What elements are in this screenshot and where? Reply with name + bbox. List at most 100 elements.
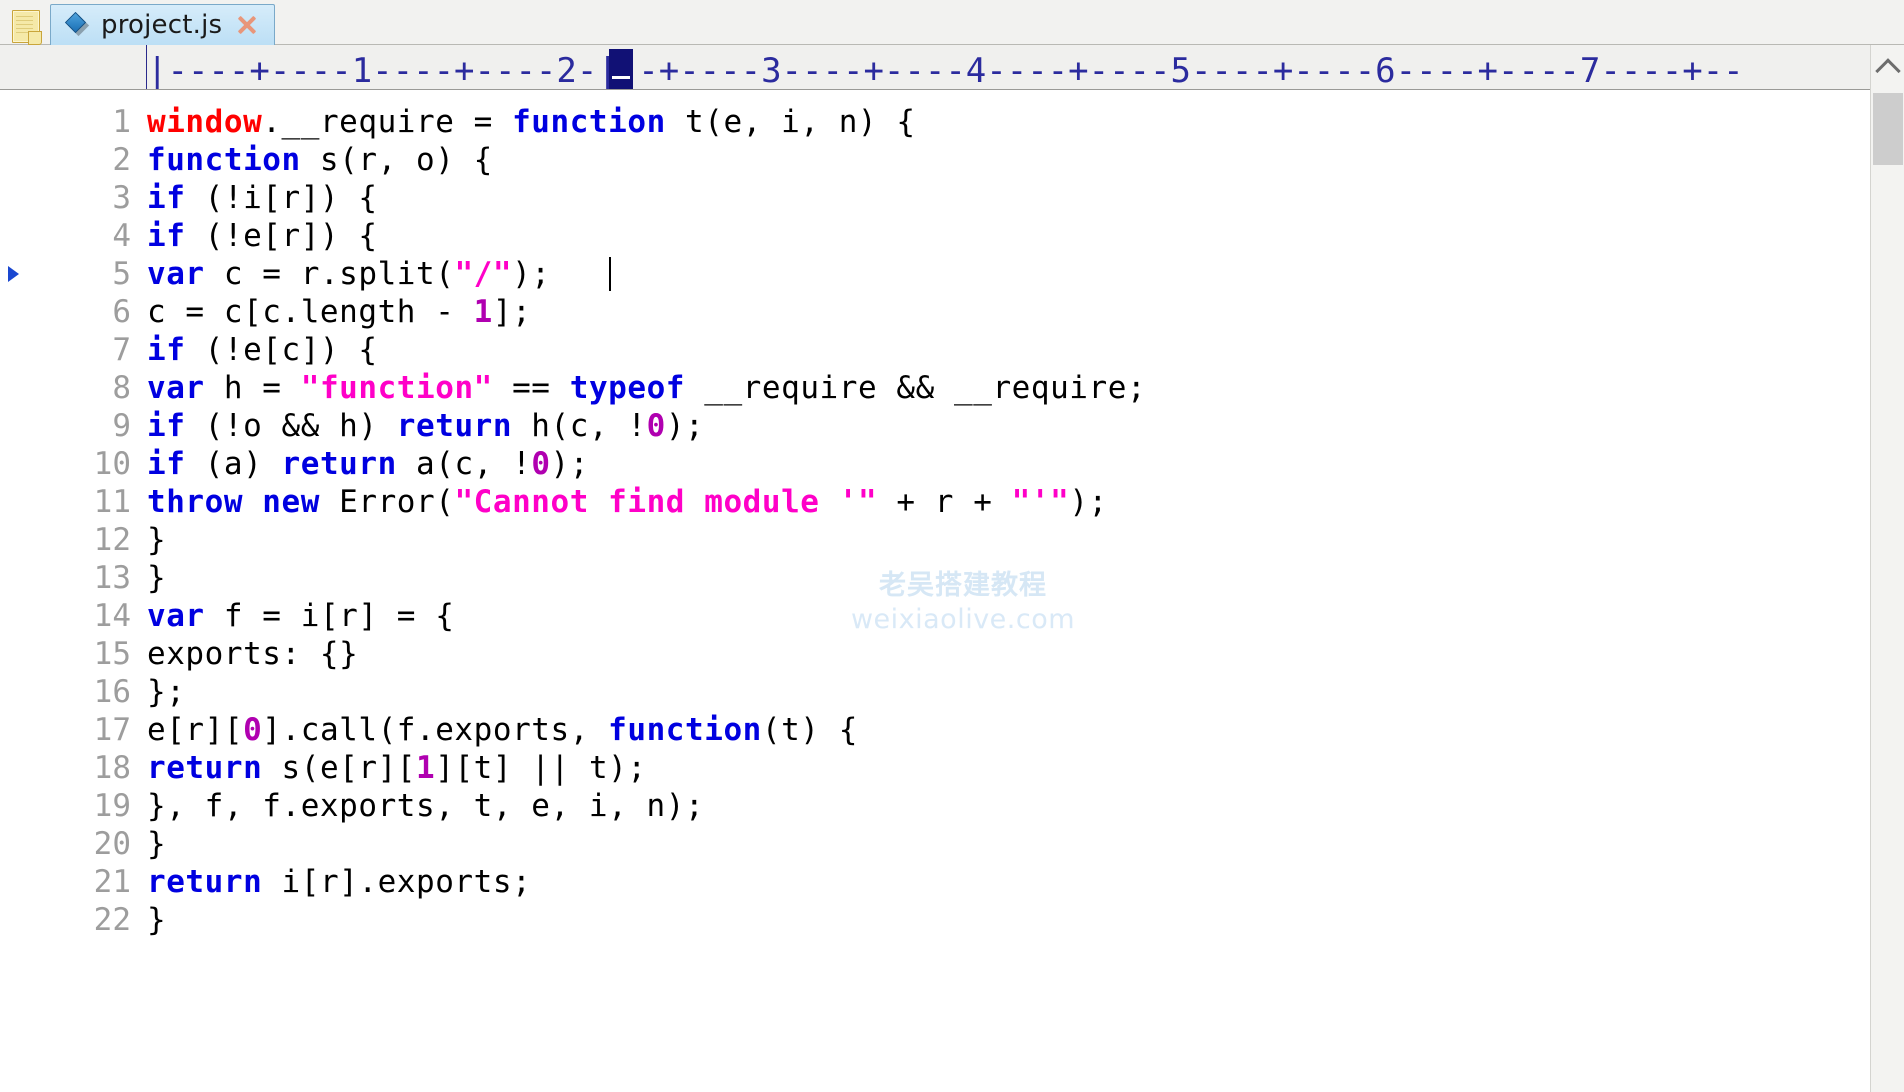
code-token-pl: ][t] || t); <box>435 750 647 786</box>
tab-bar: project.js <box>0 0 1904 45</box>
code-line[interactable]: throw new Error("Cannot find module '" +… <box>147 483 1108 521</box>
code-text-area[interactable]: window.__require = function t(e, i, n) {… <box>147 91 1870 1092</box>
code-token-kw: if <box>147 446 186 482</box>
line-number: 15 <box>93 636 131 672</box>
code-line[interactable]: exports: {} <box>147 635 358 673</box>
code-token-kw: return <box>147 750 263 786</box>
line-number: 21 <box>93 864 131 900</box>
line-number: 11 <box>93 484 131 520</box>
vertical-scrollbar[interactable] <box>1870 45 1904 1092</box>
code-token-kw: function <box>147 142 301 178</box>
code-token-str: "Cannot find module '" <box>454 484 878 520</box>
scrollbar-thumb[interactable] <box>1873 93 1903 165</box>
line-number: 14 <box>93 598 131 634</box>
code-line[interactable]: } <box>147 559 166 597</box>
line-number: 8 <box>112 370 131 406</box>
code-token-pl: } <box>147 902 167 938</box>
code-token-kw: new <box>262 484 320 520</box>
code-token-pl: e[r][ <box>147 712 244 748</box>
code-token-kw: if <box>147 408 186 444</box>
tab-label: project.js <box>101 10 223 40</box>
code-token-pl: __require && __require; <box>685 370 1147 406</box>
code-token-pl: c = c[c.length - <box>147 294 474 330</box>
code-line[interactable]: var h = "function" == typeof __require &… <box>147 369 1146 407</box>
chevron-up-icon <box>1874 57 1901 84</box>
code-token-pl: } <box>147 560 167 596</box>
code-line[interactable]: if (!e[c]) { <box>147 331 378 369</box>
code-token-pl: (!i[r]) { <box>185 180 378 216</box>
line-number: 17 <box>93 712 131 748</box>
code-line[interactable]: c = c[c.length - 1]; <box>147 293 531 331</box>
code-token-kw: if <box>147 180 186 216</box>
text-caret <box>609 257 611 291</box>
line-number: 1 <box>112 104 131 140</box>
fold-arrow-icon[interactable] <box>8 266 19 282</box>
code-line[interactable]: return s(e[r][1][t] || t); <box>147 749 647 787</box>
line-number: 18 <box>93 750 131 786</box>
line-number: 22 <box>93 902 131 938</box>
ruler-scale: |----+----1----+----2-|--+----3----+----… <box>147 51 1744 90</box>
code-line[interactable]: if (!i[r]) { <box>147 179 378 217</box>
code-token-kw: throw <box>147 484 244 520</box>
line-number: 6 <box>112 294 131 330</box>
line-number: 16 <box>93 674 131 710</box>
code-token-num: 1 <box>473 294 493 330</box>
code-token-pl: exports: {} <box>147 636 359 672</box>
fold-margin[interactable] <box>0 91 28 1092</box>
code-token-pl: h = <box>204 370 301 406</box>
code-line[interactable]: }, f, f.exports, t, e, i, n); <box>147 787 704 825</box>
code-token-pl: }; <box>147 674 186 710</box>
code-line[interactable]: if (a) return a(c, !0); <box>147 445 589 483</box>
code-token-kw: if <box>147 332 186 368</box>
line-number-gutter: 1 2 3 4 5 6 7 8 9 10 11 12 13 14 15 16 17 18 19 20 21 22 <box>28 91 135 1092</box>
code-token-pl: (!e[r]) { <box>185 218 378 254</box>
code-line[interactable]: var c = r.split("/"); <box>147 255 551 293</box>
close-x-icon[interactable] <box>234 12 260 38</box>
code-line[interactable]: var f = i[r] = { <box>147 597 454 635</box>
code-token-num: 1 <box>416 750 436 786</box>
code-token-pl: (a) <box>185 446 282 482</box>
line-number: 12 <box>93 522 131 558</box>
code-token-kw: var <box>147 256 205 292</box>
scroll-up-button[interactable] <box>1871 45 1904 91</box>
code-token-pl: t(e, i, n) { <box>665 104 916 140</box>
code-editor[interactable]: 1 2 3 4 5 6 7 8 9 10 11 12 13 14 15 16 17 18 19 20 21 22 wind… <box>0 91 1870 1092</box>
editor-window: project.js |----+----1----+----2-|--+---… <box>0 0 1904 1092</box>
code-line[interactable]: } <box>147 901 166 939</box>
code-line[interactable]: if (!o && h) return h(c, !0); <box>147 407 704 445</box>
ruler-cursor-marker <box>609 49 633 89</box>
code-line[interactable]: }; <box>147 673 185 711</box>
code-token-pl: ]; <box>492 294 532 330</box>
code-line[interactable]: if (!e[r]) { <box>147 217 378 255</box>
code-token-pl: ); <box>550 446 589 482</box>
code-token-pl: ); <box>1069 484 1108 520</box>
code-token-kw: function <box>608 712 762 748</box>
ruler-gutter <box>0 45 147 89</box>
code-token-pl: a(c, ! <box>396 446 532 482</box>
code-token-num: 0 <box>531 446 551 482</box>
code-token-pl: s(e[r][ <box>262 750 417 786</box>
code-token-pl: Error( <box>319 484 455 520</box>
code-line[interactable]: return i[r].exports; <box>147 863 531 901</box>
scrollbar-track[interactable] <box>1871 165 1904 1092</box>
code-line[interactable]: function s(r, o) { <box>147 141 493 179</box>
tab-project-js[interactable]: project.js <box>50 4 276 45</box>
code-token-kw: function <box>512 104 666 140</box>
code-token-pl: .__require = <box>262 104 513 140</box>
code-line[interactable]: } <box>147 521 166 559</box>
code-token-kw: typeof <box>569 370 686 406</box>
code-token-num: 0 <box>243 712 263 748</box>
line-number: 19 <box>93 788 131 824</box>
column-ruler: |----+----1----+----2-|--+----3----+----… <box>0 45 1904 90</box>
code-token-pl: == <box>492 370 570 406</box>
code-token-pl: (!o && h) <box>185 408 397 444</box>
code-token-str: "'" <box>1011 484 1070 520</box>
code-line[interactable]: window.__require = function t(e, i, n) { <box>147 103 916 141</box>
line-number: 5 <box>112 256 131 292</box>
code-line[interactable]: e[r][0].call(f.exports, function(t) { <box>147 711 858 749</box>
line-number: 3 <box>112 180 131 216</box>
code-token-kw: var <box>147 598 205 634</box>
code-token-pl: } <box>147 522 167 558</box>
code-token-obj: window <box>147 104 263 140</box>
code-line[interactable]: } <box>147 825 166 863</box>
